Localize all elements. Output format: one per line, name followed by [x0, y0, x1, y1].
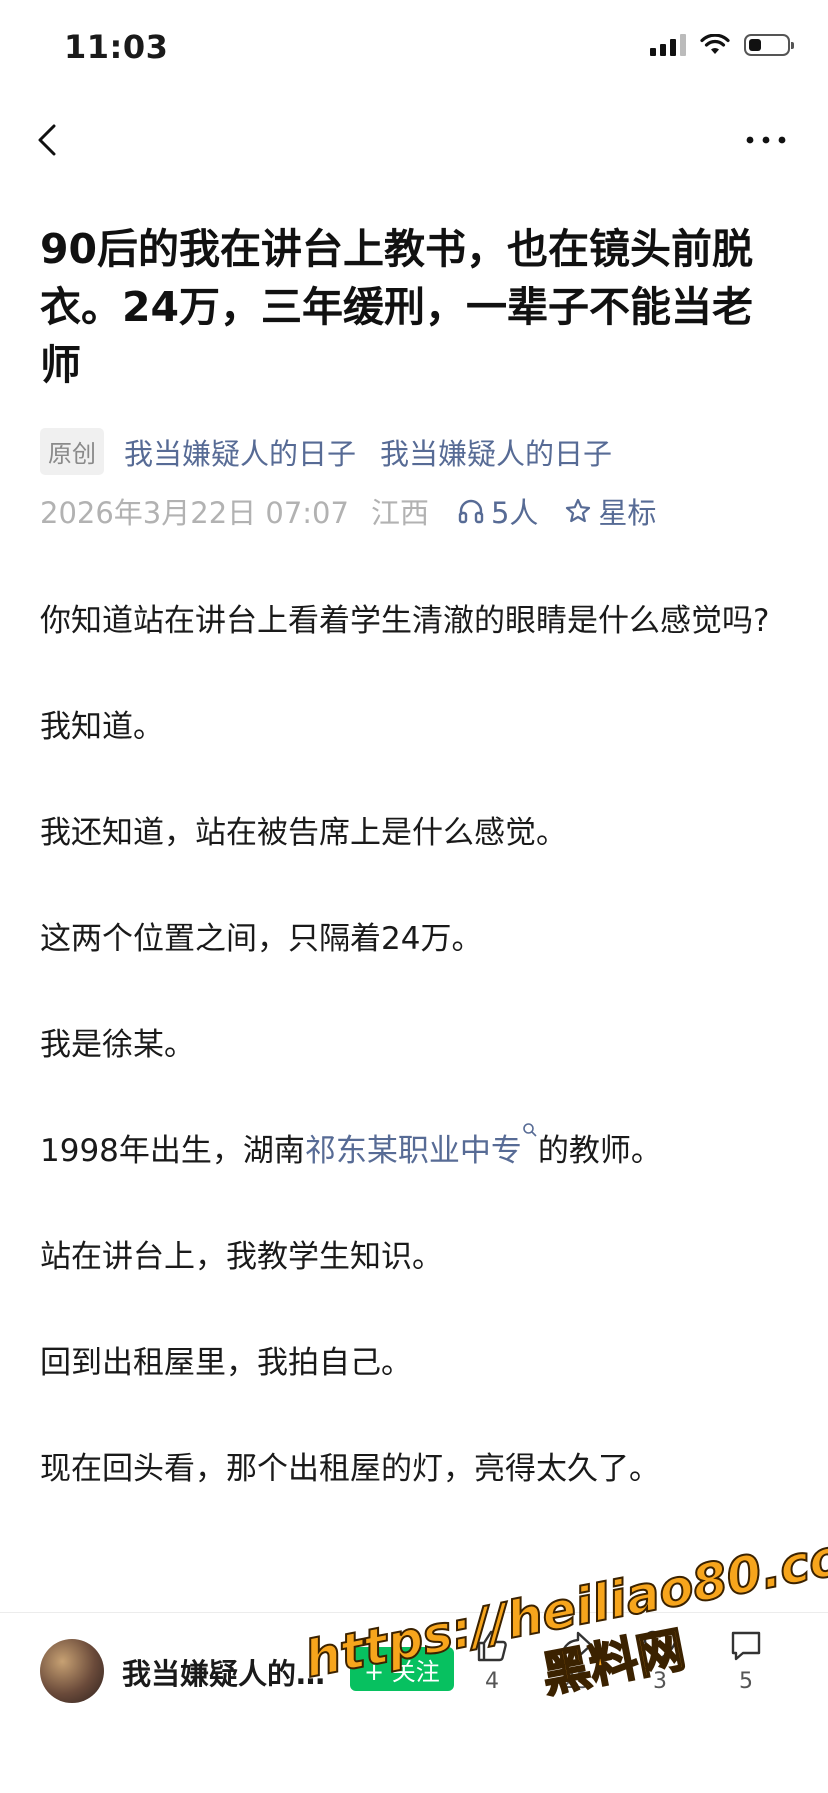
article-title: 90后的我在讲台上教书，也在镜头前脱衣。24万，三年缓刑，一辈子不能当老师 [40, 225, 754, 389]
wow-button[interactable]: 3 [630, 1627, 690, 1694]
paragraph: 我是徐某。 [40, 1027, 195, 1063]
star-button[interactable]: 星标 [564, 490, 656, 532]
heart-icon [643, 1630, 677, 1661]
article-body: 你知道站在讲台上看着学生清澈的眼睛是什么感觉吗? 我知道。 我还知道，站在被告席… [40, 594, 800, 1548]
star-icon [566, 498, 591, 523]
status-bar: 11:03 [0, 0, 828, 100]
comment-count: 5 [739, 1669, 753, 1694]
keyword-search-link[interactable]: 祁东某职业中专 [304, 1123, 538, 1169]
back-button[interactable] [30, 120, 70, 160]
paragraph: 你知道站在讲台上看着学生清澈的眼睛是什么感觉吗? [40, 603, 770, 639]
paragraph: 1998年出生，湖南祁东某职业中专 的教师。 [40, 1123, 800, 1178]
account-name[interactable]: 我当嫌疑人的日子 [122, 1651, 342, 1693]
article-source: 原创 我当嫌疑人的日子 我当嫌疑人的日子 [40, 428, 636, 475]
paragraph: 回到出租屋里，我拍自己。 [40, 1345, 412, 1381]
comment-icon [731, 1631, 761, 1661]
nav-bar [0, 100, 828, 180]
paragraph-text: 1998年出生，湖南 [40, 1133, 305, 1169]
publish-date: 2026年3月22日 07:07 [40, 496, 349, 530]
author-link[interactable]: 我当嫌疑人的日子 [124, 431, 356, 473]
paragraph: 我知道。 [40, 709, 164, 745]
signal-icon [650, 34, 686, 56]
more-button[interactable] [742, 120, 792, 160]
star-label: 星标 [598, 496, 657, 530]
wifi-icon [700, 34, 730, 54]
wow-count: 3 [653, 1669, 667, 1694]
paragraph: 现在回头看，那个出租屋的灯，亮得太久了。 [40, 1451, 660, 1487]
paragraph: 这两个位置之间，只隔着24万。 [40, 921, 483, 957]
headphones-icon [458, 499, 484, 524]
account-link[interactable]: 我当嫌疑人的日子 [380, 431, 612, 473]
listen-button[interactable]: 5人 [457, 490, 538, 532]
battery-icon [744, 34, 794, 56]
bottom-bar: 我当嫌疑人的日子 + 关注 4 23 3 5 [0, 1612, 828, 1793]
like-button[interactable]: 4 [462, 1627, 522, 1694]
like-count: 4 [485, 1669, 499, 1694]
account-avatar[interactable] [40, 1639, 104, 1703]
thumbs-up-icon [477, 1630, 507, 1662]
share-count: 23 [562, 1669, 590, 1694]
more-dots-icon [746, 136, 786, 144]
share-icon [559, 1631, 593, 1661]
listeners-count: 5人 [490, 496, 539, 530]
publish-location: 江西 [370, 496, 429, 530]
paragraph: 站在讲台上，我教学生知识。 [40, 1239, 443, 1275]
search-icon [523, 1123, 537, 1137]
chevron-left-icon [38, 124, 56, 156]
status-time: 11:03 [64, 28, 169, 66]
paragraph-text: 的教师。 [537, 1133, 662, 1169]
article-meta: 2026年3月22日 07:07 江西 5人 星标 [40, 490, 656, 532]
share-button[interactable]: 23 [546, 1627, 606, 1694]
paragraph: 我还知道，站在被告席上是什么感觉。 [40, 815, 567, 851]
original-badge: 原创 [40, 428, 104, 475]
keyword-text: 祁东某职业中专 [304, 1133, 522, 1169]
status-icons [650, 34, 794, 56]
comment-button[interactable]: 5 [716, 1627, 776, 1694]
follow-button[interactable]: + 关注 [350, 1647, 454, 1691]
